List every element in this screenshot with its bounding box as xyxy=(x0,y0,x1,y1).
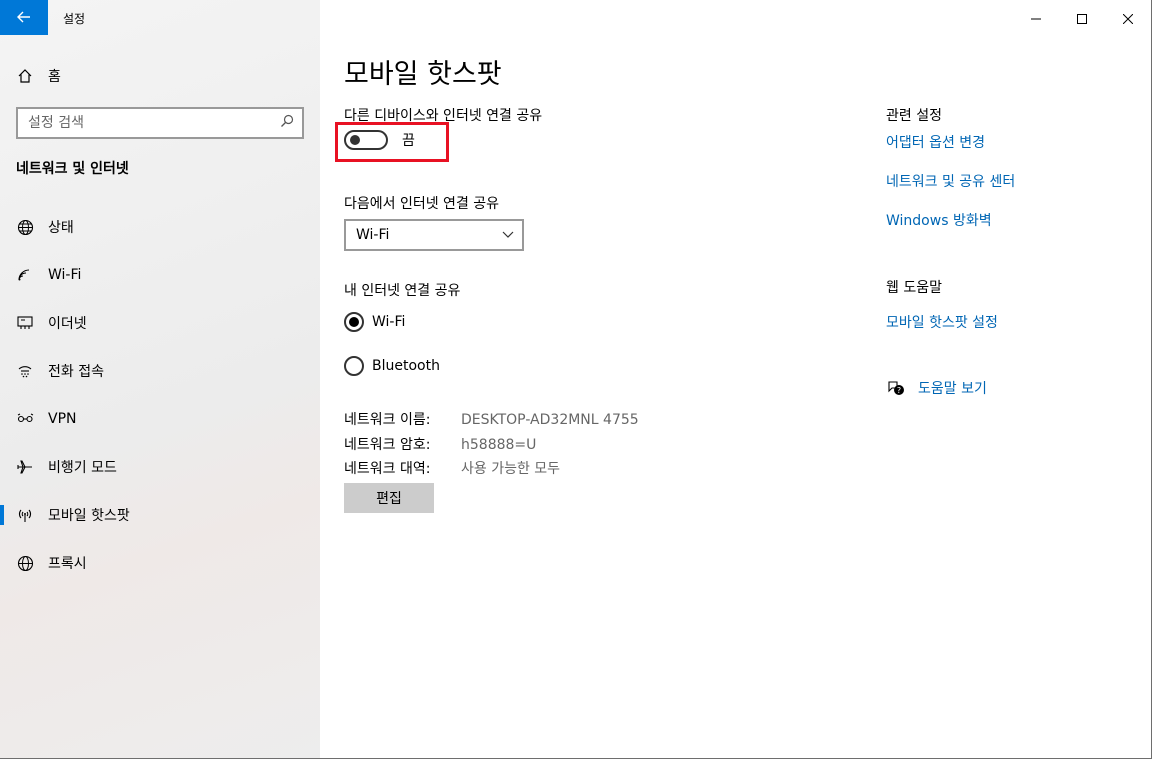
sidebar-item-airplane[interactable]: 비행기 모드 xyxy=(0,443,320,491)
radio-label: Wi-Fi xyxy=(372,314,406,330)
help-chat-icon: ? xyxy=(886,378,906,398)
sidebar-item-status[interactable]: 상태 xyxy=(0,203,320,251)
network-info: 네트워크 이름: DESKTOP-AD32MNL 4755 네트워크 암호: h… xyxy=(344,408,639,482)
radio-label: Bluetooth xyxy=(372,358,440,374)
share-internet-label: 다른 디바이스와 인터넷 연결 공유 xyxy=(344,108,543,124)
wifi-icon xyxy=(16,266,34,284)
radio-circle-checked[interactable] xyxy=(344,312,364,332)
web-help-heading: 웹 도움말 xyxy=(886,280,942,296)
radio-bluetooth[interactable]: Bluetooth xyxy=(344,356,440,376)
windows-firewall-link[interactable]: Windows 방화벽 xyxy=(886,210,992,230)
ethernet-icon xyxy=(16,314,34,332)
home-nav-item[interactable]: 홈 xyxy=(16,64,61,88)
toggle-state-label: 끔 xyxy=(402,133,415,149)
info-value: DESKTOP-AD32MNL 4755 xyxy=(461,412,639,428)
radio-circle[interactable] xyxy=(344,356,364,376)
edit-button[interactable]: 편집 xyxy=(344,483,434,513)
sidebar-item-label: 프록시 xyxy=(48,556,87,572)
sidebar-item-ethernet[interactable]: 이더넷 xyxy=(0,299,320,347)
share-over-label: 내 인터넷 연결 공유 xyxy=(344,283,461,299)
related-settings-heading: 관련 설정 xyxy=(886,108,942,124)
sidebar-item-dialup[interactable]: 전화 접속 xyxy=(0,347,320,395)
network-band-row: 네트워크 대역: 사용 가능한 모두 xyxy=(344,457,639,482)
toggle-knob xyxy=(350,135,360,145)
main-content: 모바일 핫스팟 다른 디바이스와 인터넷 연결 공유 끔 다음에서 인터넷 연결… xyxy=(320,0,1150,758)
sidebar-item-wifi[interactable]: Wi-Fi xyxy=(0,251,320,299)
hotspot-setup-help-link[interactable]: 모바일 핫스팟 설정 xyxy=(886,312,998,332)
back-arrow-icon xyxy=(17,8,31,27)
settings-window: 설정 홈 네트워크 및 인터넷 상태 xyxy=(0,0,1152,759)
sidebar-item-label: 상태 xyxy=(48,220,74,236)
sidebar-item-label: 모바일 핫스팟 xyxy=(48,508,130,524)
sidebar-nav: 상태 Wi-Fi 이더넷 전화 접속 VPN 비행기 모드 모바일 핫스팟 프록… xyxy=(0,203,320,587)
back-button[interactable] xyxy=(0,0,48,35)
home-icon xyxy=(16,67,34,85)
search-icon[interactable] xyxy=(280,114,294,132)
share-from-label: 다음에서 인터넷 연결 공유 xyxy=(344,196,500,212)
sidebar-item-mobile-hotspot[interactable]: 모바일 핫스팟 xyxy=(0,491,320,539)
share-toggle-switch[interactable] xyxy=(344,130,388,150)
sidebar-item-proxy[interactable]: 프록시 xyxy=(0,539,320,587)
globe-status-icon xyxy=(16,218,34,236)
chevron-down-icon xyxy=(502,227,514,243)
page-title: 모바일 핫스팟 xyxy=(344,59,502,90)
globe-icon xyxy=(16,554,34,572)
info-value: h58888=U xyxy=(461,436,537,453)
sidebar-item-label: Wi-Fi xyxy=(48,267,82,283)
vpn-icon xyxy=(16,410,34,428)
get-help-row[interactable]: ? 도움말 보기 xyxy=(886,378,987,398)
home-label: 홈 xyxy=(48,69,61,85)
info-value: 사용 가능한 모두 xyxy=(461,461,561,477)
search-input[interactable] xyxy=(28,115,280,131)
network-password-row: 네트워크 암호: h58888=U xyxy=(344,433,639,458)
sidebar-item-label: VPN xyxy=(48,411,77,427)
sidebar-item-label: 전화 접속 xyxy=(48,364,104,380)
app-title: 설정 xyxy=(63,12,86,26)
share-from-dropdown[interactable]: Wi-Fi xyxy=(344,219,524,251)
dialup-icon xyxy=(16,362,34,380)
network-name-row: 네트워크 이름: DESKTOP-AD32MNL 4755 xyxy=(344,408,639,433)
sidebar-item-label: 이더넷 xyxy=(48,316,87,332)
sidebar: 설정 홈 네트워크 및 인터넷 상태 xyxy=(0,0,320,758)
radio-wifi[interactable]: Wi-Fi xyxy=(344,312,405,332)
info-key: 네트워크 이름: xyxy=(344,412,431,428)
share-toggle-row: 끔 xyxy=(344,130,415,150)
svg-text:?: ? xyxy=(897,386,901,395)
share-from-value: Wi-Fi xyxy=(356,227,390,243)
sidebar-item-label: 비행기 모드 xyxy=(48,460,117,476)
network-sharing-center-link[interactable]: 네트워크 및 공유 센터 xyxy=(886,171,1015,191)
sidebar-section-title: 네트워크 및 인터넷 xyxy=(16,161,129,177)
sidebar-item-vpn[interactable]: VPN xyxy=(0,395,320,443)
airplane-icon xyxy=(16,458,34,476)
get-help-link[interactable]: 도움말 보기 xyxy=(918,378,987,398)
info-key: 네트워크 대역: xyxy=(344,461,431,477)
info-key: 네트워크 암호: xyxy=(344,436,431,453)
adapter-options-link[interactable]: 어댑터 옵션 변경 xyxy=(886,132,985,152)
search-box[interactable] xyxy=(16,107,304,139)
hotspot-icon xyxy=(16,506,34,524)
